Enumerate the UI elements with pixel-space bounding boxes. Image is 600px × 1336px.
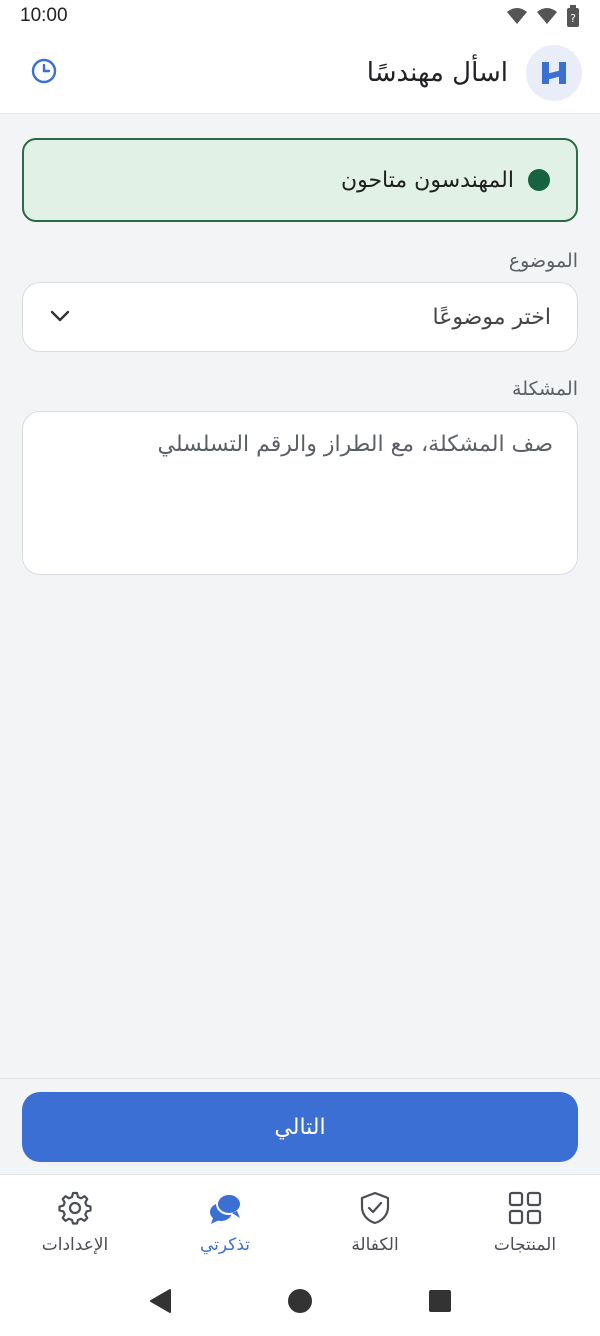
history-button[interactable] bbox=[22, 51, 66, 95]
status-dot bbox=[528, 169, 550, 191]
status-time: 10:00 bbox=[20, 5, 68, 26]
nav-label: تذكرتي bbox=[199, 1234, 251, 1255]
clock-icon bbox=[30, 57, 58, 89]
app-bar: اسأل مهندسًا bbox=[0, 32, 600, 114]
nav-item-settings[interactable]: الإعدادات bbox=[0, 1175, 150, 1270]
problem-textarea[interactable]: صف المشكلة، مع الطراز والرقم التسلسلي bbox=[22, 411, 578, 575]
system-nav-bar bbox=[0, 1270, 600, 1336]
problem-placeholder: صف المشكلة، مع الطراز والرقم التسلسلي bbox=[157, 432, 553, 457]
page-title: اسأل مهندسًا bbox=[366, 57, 508, 88]
chevron-down-icon bbox=[49, 308, 71, 327]
nav-label: المنتجات bbox=[493, 1234, 557, 1255]
status-bar: 10:00 ? bbox=[0, 0, 600, 32]
availability-banner: المهندسون متاحون bbox=[22, 138, 578, 222]
recents-icon[interactable] bbox=[428, 1289, 452, 1317]
availability-text: المهندسون متاحون bbox=[340, 167, 514, 193]
svg-text:?: ? bbox=[570, 12, 576, 25]
status-icons: ? bbox=[506, 5, 580, 27]
problem-label: المشكلة bbox=[512, 378, 578, 400]
nav-label: الكفالة bbox=[351, 1234, 399, 1255]
bottom-nav: المنتجات الكفالة تذكرتي الإعدادات bbox=[0, 1174, 600, 1270]
gear-icon bbox=[58, 1191, 92, 1229]
chat-bubbles-icon bbox=[207, 1191, 243, 1229]
app-logo bbox=[526, 44, 582, 101]
home-icon[interactable] bbox=[287, 1288, 313, 1318]
nav-item-warranty[interactable]: الكفالة bbox=[300, 1175, 450, 1270]
battery-icon: ? bbox=[566, 5, 580, 27]
shield-check-icon bbox=[358, 1191, 392, 1229]
wifi-icon bbox=[506, 7, 528, 25]
signal-icon bbox=[536, 7, 558, 25]
back-icon[interactable] bbox=[148, 1288, 172, 1318]
topic-label: الموضوع bbox=[508, 250, 578, 272]
nav-item-my-ticket[interactable]: تذكرتي bbox=[150, 1175, 300, 1270]
grid-icon bbox=[508, 1191, 542, 1229]
nav-item-products[interactable]: المنتجات bbox=[450, 1175, 600, 1270]
nav-label: الإعدادات bbox=[41, 1234, 109, 1255]
next-button[interactable]: التالي bbox=[22, 1092, 578, 1162]
topic-select-value: اختر موضوعًا bbox=[432, 304, 551, 330]
topic-select[interactable]: اختر موضوعًا bbox=[22, 282, 578, 352]
